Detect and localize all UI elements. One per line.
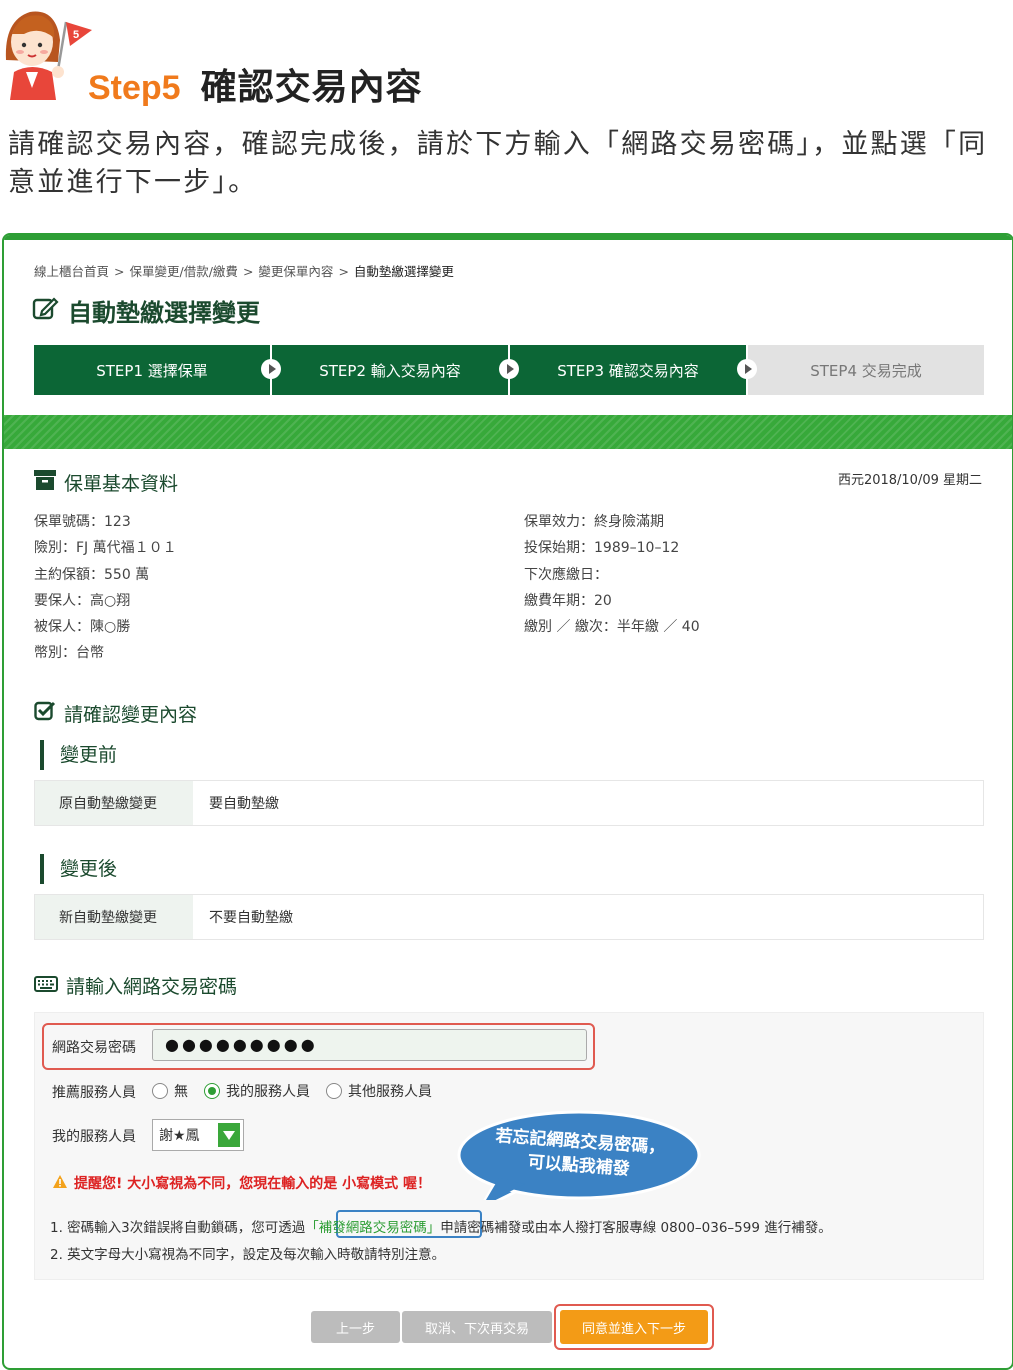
step-4-label: STEP4 交易完成 xyxy=(810,361,922,380)
mascot-flag-number: 5 xyxy=(73,29,79,41)
referrer-option-my-agent[interactable]: 我的服務人員 xyxy=(204,1081,310,1101)
agree-next-button[interactable]: 同意並進入下一步 xyxy=(560,1310,708,1344)
mascot-illustration: 5 xyxy=(0,0,100,104)
step-arrow-icon xyxy=(499,359,519,379)
green-divider-band xyxy=(4,415,1012,449)
resend-password-link[interactable]: 「補發網路交易密碼」 xyxy=(305,1220,440,1236)
breadcrumb-item-policy-change[interactable]: 保單變更/借款/繳費 xyxy=(130,264,238,279)
step-2: STEP2 輸入交易內容 xyxy=(270,345,519,395)
archive-icon xyxy=(34,470,56,495)
step-progress: STEP1 選擇保單 STEP2 輸入交易內容 STEP3 確認交易內容 STE… xyxy=(34,345,984,395)
radio-icon xyxy=(152,1083,168,1099)
referrer-option-other-label: 其他服務人員 xyxy=(348,1084,432,1100)
password-input[interactable]: ●●●●●●●●● xyxy=(152,1029,587,1061)
after-value: 不要自動墊繳 xyxy=(193,895,983,939)
step-3: STEP3 確認交易內容 xyxy=(508,345,757,395)
password-label: 網路交易密碼 xyxy=(52,1040,136,1056)
policy-next-due: 下次應繳日： xyxy=(524,566,608,583)
password-title-text: 請輸入網路交易密碼 xyxy=(66,976,238,998)
after-key: 新自動墊繳變更 xyxy=(35,895,193,939)
policy-info-title: 保單基本資料 xyxy=(34,469,178,496)
page-title-text: 自動墊繳選擇變更 xyxy=(68,299,260,327)
breadcrumb-item-current: 自動墊繳選擇變更 xyxy=(353,264,454,279)
warning-icon xyxy=(52,1174,68,1193)
step-arrow-icon xyxy=(261,359,281,379)
before-title: 變更前 xyxy=(40,740,117,770)
current-date: 西元2018/10/09 星期二 xyxy=(837,473,982,488)
referrer-radio-group: 無 我的服務人員 其他服務人員 xyxy=(152,1081,448,1101)
checkbox-check-icon xyxy=(34,701,56,726)
policy-start-date: 投保始期：1989–10–12 xyxy=(524,540,680,557)
policy-currency: 幣別：台幣 xyxy=(34,645,104,662)
policy-info-left: 保單號碼：123 險別：FJ 萬代福１０１ 主約保額：550 萬 要保人：高○翔… xyxy=(34,509,177,667)
step-4: STEP4 交易完成 xyxy=(746,345,984,395)
help-speech-bubble: 若忘記網路交易密碼， 可以點我補發 xyxy=(457,1110,702,1200)
step-2-label: STEP2 輸入交易內容 xyxy=(319,361,461,380)
screenshot-frame: 線上櫃台首頁 > 保單變更/借款/繳費 > 變更保單內容 > 自動墊繳選擇變更 自動墊繳選擇… xyxy=(2,233,1013,1370)
radio-selected-icon xyxy=(204,1083,220,1099)
referrer-label: 推薦服務人員 xyxy=(52,1085,136,1101)
policy-pay-mode: 繳別 ／ 繳次：半年繳 ／ 40 xyxy=(524,619,700,636)
step-1-label: STEP1 選擇保單 xyxy=(96,361,208,380)
breadcrumb-separator: > xyxy=(242,264,254,279)
agent-select[interactable]: 謝★鳳 xyxy=(152,1119,244,1151)
before-key: 原自動墊繳變更 xyxy=(35,781,193,825)
breadcrumb-separator: > xyxy=(338,264,349,279)
keyboard-icon xyxy=(34,975,58,997)
step-1: STEP1 選擇保單 xyxy=(34,345,281,395)
page-title: 自動墊繳選擇變更 xyxy=(32,293,260,328)
policy-amount: 主約保額：550 萬 xyxy=(34,566,150,583)
referrer-option-my-agent-label: 我的服務人員 xyxy=(226,1084,310,1100)
confirm-title: 請確認變更內容 xyxy=(34,700,197,727)
policy-insured: 被保人：陳○勝 xyxy=(34,619,131,636)
agent-label: 我的服務人員 xyxy=(52,1129,136,1145)
edit-icon xyxy=(32,295,60,327)
policy-pay-years: 繳費年期：20 xyxy=(524,592,612,609)
referrer-option-other[interactable]: 其他服務人員 xyxy=(326,1081,432,1101)
note-1: 1. 密碼輸入3次錯誤將自動鎖碼，您可透過「補發網路交易密碼」申請密碼補發或由本… xyxy=(50,1216,832,1236)
breadcrumb-item-change-content[interactable]: 變更保單內容 xyxy=(258,264,333,279)
caps-warning: 提醒您! 大小寫視為不同，您現在輸入的是 小寫模式 喔！ xyxy=(52,1173,431,1193)
step-3-label: STEP3 確認交易內容 xyxy=(557,361,699,380)
before-value: 要自動墊繳 xyxy=(193,781,983,825)
prev-button[interactable]: 上一步 xyxy=(311,1311,400,1343)
breadcrumb: 線上櫃台首頁 > 保單變更/借款/繳費 > 變更保單內容 > 自動墊繳選擇變更 xyxy=(34,261,454,280)
step-heading: 確認交易內容 xyxy=(200,67,423,108)
breadcrumb-separator: > xyxy=(114,264,125,279)
policy-info-title-text: 保單基本資料 xyxy=(64,473,179,495)
instruction-text: 請確認交易內容，確認完成後，請於下方輸入「網路交易密碼」，並點選「同意並進行下一… xyxy=(8,129,988,198)
after-title: 變更後 xyxy=(40,854,117,884)
step-header: Step5 確認交易內容 xyxy=(88,58,423,110)
breadcrumb-item-home[interactable]: 線上櫃台首頁 xyxy=(34,264,109,279)
step-arrow-icon xyxy=(737,359,757,379)
policy-applicant: 要保人：高○翔 xyxy=(34,592,131,609)
policy-number: 保單號碼：123 xyxy=(34,514,131,530)
before-table: 原自動墊繳變更 要自動墊繳 xyxy=(34,780,984,826)
after-table: 新自動墊繳變更 不要自動墊繳 xyxy=(34,894,984,940)
referrer-option-none-label: 無 xyxy=(174,1084,188,1100)
frame-top-bar xyxy=(4,235,1012,240)
agent-select-value: 謝★鳳 xyxy=(159,1128,200,1144)
note-2: 2. 英文字母大小寫視為不同字，設定及每次輸入時敬請特別注意。 xyxy=(50,1247,446,1263)
radio-icon xyxy=(326,1083,342,1099)
password-title: 請輸入網路交易密碼 xyxy=(34,972,237,999)
policy-type: 險別：FJ 萬代福１０１ xyxy=(34,540,177,557)
confirm-title-text: 請確認變更內容 xyxy=(64,704,198,726)
step-label: Step5 xyxy=(88,69,181,107)
dropdown-arrow-icon xyxy=(218,1123,240,1147)
caps-warning-text: 提醒您! 大小寫視為不同，您現在輸入的是 小寫模式 喔！ xyxy=(74,1176,432,1192)
referrer-option-none[interactable]: 無 xyxy=(152,1081,188,1101)
cancel-button[interactable]: 取消、下次再交易 xyxy=(402,1311,552,1343)
policy-status: 保單效力：終身險滿期 xyxy=(524,514,664,530)
note-1-suffix: 申請密碼補發或由本人撥打客服專線 0800–036–599 進行補發。 xyxy=(440,1220,832,1236)
note-1-prefix: 1. 密碼輸入3次錯誤將自動鎖碼，您可透過 xyxy=(50,1220,306,1236)
policy-info-right: 保單效力：終身險滿期 投保始期：1989–10–12 下次應繳日： 繳費年期：2… xyxy=(524,509,700,640)
